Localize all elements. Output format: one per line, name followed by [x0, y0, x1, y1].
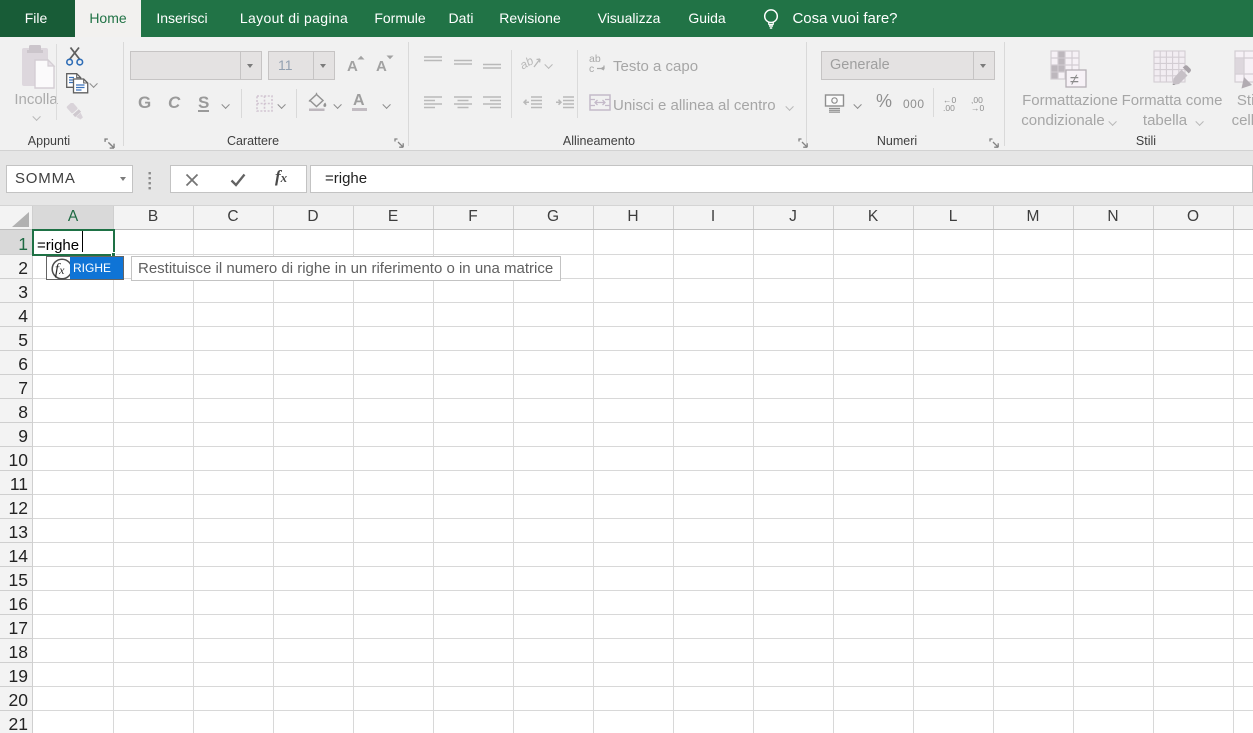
svg-text:→0: →0 — [971, 103, 985, 111]
svg-text:c: c — [589, 63, 594, 73]
svg-text:ab: ab — [521, 55, 536, 70]
svg-text:≠: ≠ — [1070, 72, 1079, 89]
svg-text:fx: fx — [55, 261, 65, 278]
svg-text:,00: ,00 — [943, 103, 955, 111]
